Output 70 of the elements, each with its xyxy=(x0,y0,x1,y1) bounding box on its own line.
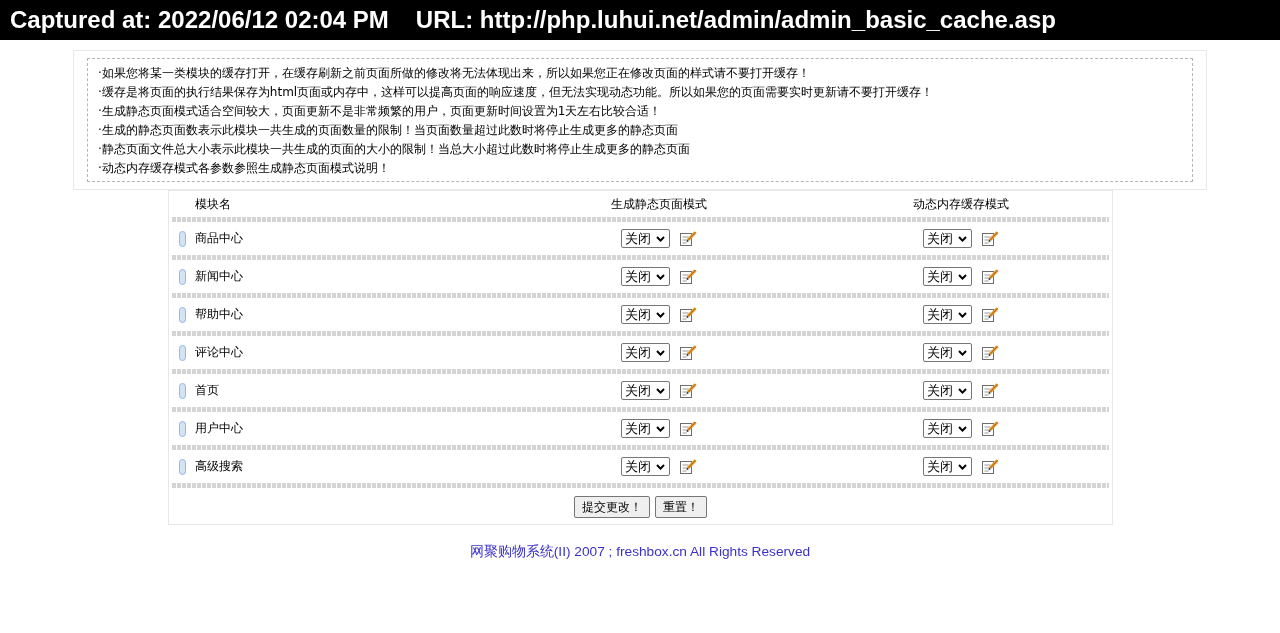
caret-icon xyxy=(957,311,967,318)
caret-icon xyxy=(656,349,665,356)
caret-icon xyxy=(957,387,967,394)
module-name: 帮助中心 xyxy=(195,306,243,323)
capsule-icon xyxy=(179,382,186,399)
notice-line: ·动态内存缓存模式各参数参照生成静态页面模式说明！ xyxy=(98,160,390,177)
edit-note-icon[interactable] xyxy=(680,421,697,436)
caret-icon xyxy=(957,425,967,432)
notice-line: ·生成静态页面模式适合空间较大，页面更新不是非常频繁的用户，页面更新时间设置为1天左右比较合适！ xyxy=(98,103,662,120)
column-header: 动态内存缓存模式 xyxy=(912,195,1009,213)
edit-note-icon[interactable] xyxy=(981,383,999,398)
edit-note-icon[interactable] xyxy=(680,345,697,360)
capsule-icon xyxy=(179,268,186,285)
mode-dropdown[interactable]: 关闭 xyxy=(922,267,972,286)
capture-time: Captured at: 2022/06/12 02:04 PM xyxy=(10,6,389,34)
notice-line: ·生成的静态页面数表示此模块一共生成的页面数量的限制！当页面数量超过此数时将停止生成更多的静态页面 xyxy=(98,122,678,139)
notice-line: ·静态页面文件总大小表示此模块一共生成的页面的大小的限制！当总大小超过此数时将停止生成更多的静态页面 xyxy=(98,141,690,158)
notice-line: ·如果您将某一类模块的缓存打开，在缓存刷新之前页面所做的修改将无法体现出来，所以如果您正在修改页面的样式请不要打开缓存！ xyxy=(98,65,810,82)
copyright-text: 网聚购物系统(II) 2007 ; freshbox.cn All Rights Reserved xyxy=(469,543,811,561)
edit-note-icon[interactable] xyxy=(981,421,999,436)
edit-note-icon[interactable] xyxy=(981,459,999,474)
mode-dropdown[interactable]: 关闭 xyxy=(922,419,972,438)
edit-note-icon[interactable] xyxy=(680,459,697,474)
mode-dropdown[interactable]: 关闭 xyxy=(621,419,670,438)
module-name: 用户中心 xyxy=(195,420,243,437)
edit-note-icon[interactable] xyxy=(680,307,697,322)
caret-icon xyxy=(656,273,665,280)
module-name: 评论中心 xyxy=(195,344,243,361)
mode-dropdown[interactable]: 关闭 xyxy=(922,343,972,362)
reset-button[interactable]: 重置！ xyxy=(655,496,707,518)
caret-icon xyxy=(656,235,665,242)
capsule-icon xyxy=(179,344,186,361)
module-name: 高级搜索 xyxy=(195,458,243,475)
edit-note-icon[interactable] xyxy=(981,307,999,322)
module-name: 新闻中心 xyxy=(195,268,243,285)
submit-button[interactable]: 提交更改！ xyxy=(574,496,650,518)
caret-icon xyxy=(656,425,665,432)
capsule-icon xyxy=(179,306,186,323)
mode-dropdown[interactable]: 关闭 xyxy=(922,229,972,248)
edit-note-icon[interactable] xyxy=(981,269,999,284)
column-header: 模块名 xyxy=(195,195,231,213)
caret-icon xyxy=(656,311,665,318)
caret-icon xyxy=(957,463,967,470)
caret-icon xyxy=(957,349,967,356)
caret-icon xyxy=(656,387,665,394)
mode-dropdown[interactable]: 关闭 xyxy=(621,229,670,248)
mode-dropdown[interactable]: 关闭 xyxy=(922,457,972,476)
mode-dropdown[interactable]: 关闭 xyxy=(922,305,972,324)
edit-note-icon[interactable] xyxy=(680,383,697,398)
caret-icon xyxy=(957,235,967,242)
column-header: 生成静态页面模式 xyxy=(611,195,707,213)
capsule-icon xyxy=(179,230,186,247)
mode-dropdown[interactable]: 关闭 xyxy=(621,267,670,286)
module-name: 首页 xyxy=(195,382,219,399)
caret-icon xyxy=(957,273,967,280)
edit-note-icon[interactable] xyxy=(981,231,999,246)
edit-note-icon[interactable] xyxy=(981,345,999,360)
mode-dropdown[interactable]: 关闭 xyxy=(621,343,670,362)
edit-note-icon[interactable] xyxy=(680,269,697,284)
module-name: 商品中心 xyxy=(195,230,243,247)
mode-dropdown[interactable]: 关闭 xyxy=(621,305,670,324)
capsule-icon xyxy=(179,420,186,437)
capsule-icon xyxy=(179,458,186,475)
mode-dropdown[interactable]: 关闭 xyxy=(922,381,972,400)
notice-line: ·缓存是将页面的执行结果保存为html页面或内存中，这样可以提高页面的响应速度，但无法实现动态功能。所以如果您的页面需要实时更新请不要打开缓存！ xyxy=(98,84,934,101)
edit-note-icon[interactable] xyxy=(680,231,697,246)
caret-icon xyxy=(656,463,665,470)
capture-url: URL: http://php.luhui.net/admin/admin_basic_cache.asp xyxy=(415,6,1056,34)
mode-dropdown[interactable]: 关闭 xyxy=(621,457,670,476)
mode-dropdown[interactable]: 关闭 xyxy=(621,381,670,400)
